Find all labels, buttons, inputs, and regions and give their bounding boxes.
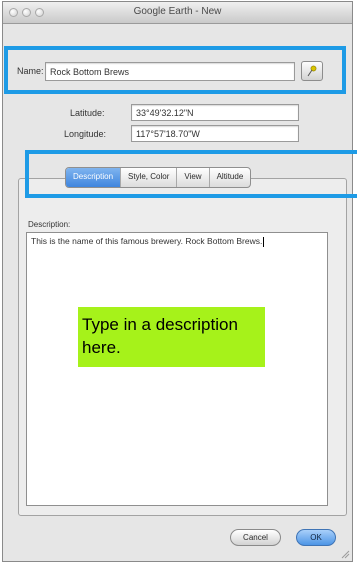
cancel-button[interactable]: Cancel	[230, 529, 281, 546]
instruction-callout: Type in a description here.	[78, 307, 265, 367]
name-label: Name:	[17, 66, 44, 76]
pin-style-button[interactable]	[301, 61, 323, 81]
ok-button[interactable]: OK	[296, 529, 336, 546]
latitude-label: Latitude:	[70, 108, 105, 118]
window-title: Google Earth - New	[133, 6, 222, 17]
text-caret	[263, 236, 265, 247]
latitude-field[interactable]: 33°49'32.12"N	[131, 104, 299, 121]
pushpin-icon	[307, 65, 317, 77]
description-textarea[interactable]: This is the name of this famous brewery.…	[26, 232, 328, 506]
longitude-label: Longitude:	[64, 129, 107, 139]
tab-view[interactable]: View	[177, 168, 210, 187]
longitude-field[interactable]: 117°57'18.70"W	[131, 125, 299, 142]
tab-style-color[interactable]: Style, Color	[121, 168, 178, 187]
description-text: This is the name of this famous brewery.…	[31, 236, 263, 246]
name-field[interactable]: Rock Bottom Brews	[45, 62, 295, 81]
tab-bar: Description Style, Color View Altitude	[65, 167, 252, 188]
title-bar[interactable]: Google Earth - New	[3, 2, 352, 24]
tab-altitude[interactable]: Altitude	[210, 168, 251, 187]
description-label: Description:	[28, 220, 71, 229]
new-placemark-dialog: Google Earth - New Name: Rock Bottom Bre…	[2, 1, 353, 562]
tab-description[interactable]: Description	[66, 168, 122, 187]
resize-grip-icon[interactable]	[340, 549, 350, 559]
